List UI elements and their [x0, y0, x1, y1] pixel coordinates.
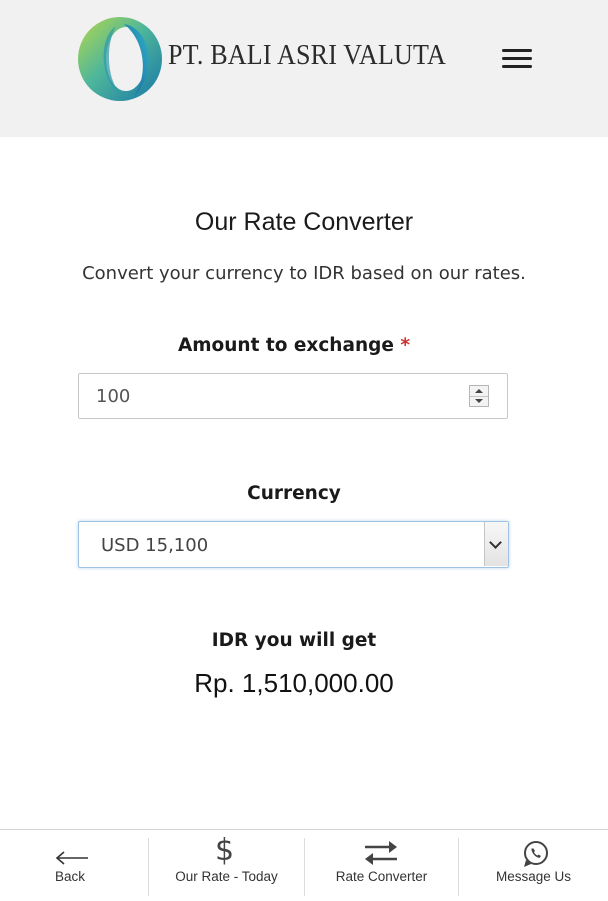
- nav-our-rate-today[interactable]: $ Our Rate - Today: [149, 830, 304, 901]
- menu-bar: [502, 49, 532, 52]
- swirl-logo-icon: [76, 14, 166, 104]
- arrow-left-icon: [55, 851, 88, 865]
- menu-bar: [502, 57, 532, 60]
- caret-up-icon: [475, 389, 483, 393]
- nav-message-us[interactable]: Message Us: [459, 830, 608, 901]
- nav-back[interactable]: Back: [0, 830, 148, 901]
- result-value: Rp. 1,510,000.00: [194, 668, 394, 698]
- currency-select[interactable]: USD 15,100: [78, 521, 509, 568]
- currency-label: Currency: [247, 483, 341, 504]
- brand-name: PT. BALI ASRI VALUTA: [168, 40, 446, 71]
- bottom-nav: Back $ Our Rate - Today Rate Converter M…: [0, 829, 608, 901]
- nav-back-label: Back: [54, 869, 85, 884]
- menu-bar: [502, 65, 532, 68]
- amount-stepper[interactable]: [469, 385, 489, 407]
- dollar-icon: $: [215, 833, 235, 868]
- amount-input[interactable]: 100: [78, 373, 508, 419]
- currency-selected-value: USD 15,100: [101, 535, 209, 556]
- amount-label-row: Amount to exchange *: [0, 335, 588, 356]
- select-dropdown-button[interactable]: [484, 522, 508, 566]
- page-title: Our Rate Converter: [194, 208, 414, 236]
- exchange-arrows-icon: [365, 841, 397, 865]
- required-mark: *: [400, 335, 411, 356]
- amount-label: Amount to exchange: [177, 335, 394, 356]
- amount-value: 100: [96, 386, 131, 407]
- caret-down-icon: [475, 399, 483, 403]
- hamburger-menu-button[interactable]: [496, 44, 538, 74]
- whatsapp-icon: [524, 841, 548, 867]
- nav-rate-converter[interactable]: Rate Converter: [305, 830, 458, 901]
- nav-rate-converter-label: Rate Converter: [335, 869, 428, 884]
- nav-our-rate-label: Our Rate - Today: [175, 869, 278, 884]
- chevron-down-icon: [489, 536, 502, 549]
- page-subtitle: Convert your currency to IDR based on ou…: [82, 263, 526, 284]
- result-label: IDR you will get: [211, 630, 377, 651]
- app-header: PT. BALI ASRI VALUTA: [0, 0, 608, 137]
- stepper-down-button[interactable]: [470, 396, 488, 406]
- nav-message-us-label: Message Us: [495, 869, 572, 884]
